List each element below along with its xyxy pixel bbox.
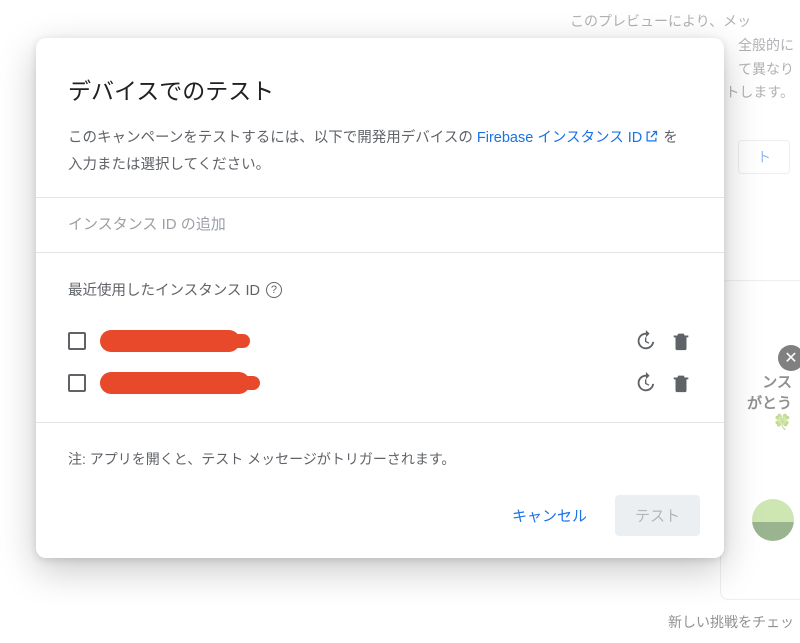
checkbox[interactable] bbox=[68, 374, 86, 392]
modal-description: このキャンペーンをテストするには、以下で開発用デバイスの Firebase イン… bbox=[68, 126, 692, 177]
cancel-button[interactable]: キャンセル bbox=[502, 497, 597, 534]
list-item bbox=[58, 362, 702, 404]
desc-text-before: このキャンペーンをテストするには、以下で開発用デバイスの bbox=[68, 130, 477, 146]
recent-label: 最近使用したインスタンス ID ? bbox=[68, 279, 692, 300]
external-link-icon bbox=[644, 128, 659, 153]
delete-icon[interactable] bbox=[670, 372, 692, 394]
redacted-id bbox=[100, 372, 250, 394]
modal-actions: キャンセル テスト bbox=[68, 495, 700, 536]
history-icon[interactable] bbox=[634, 372, 656, 394]
checkbox[interactable] bbox=[68, 332, 86, 350]
modal-footer: 注: アプリを開くと、テスト メッセージがトリガーされます。 キャンセル テスト bbox=[36, 423, 724, 558]
recent-section: 最近使用したインスタンス ID ? bbox=[36, 253, 724, 310]
firebase-instance-id-link[interactable]: Firebase インスタンス ID bbox=[477, 130, 659, 146]
list-item bbox=[58, 320, 702, 362]
instance-id-input-row bbox=[36, 197, 724, 253]
instance-id-list bbox=[36, 310, 724, 422]
history-icon[interactable] bbox=[634, 330, 656, 352]
test-device-modal: デバイスでのテスト このキャンペーンをテストするには、以下で開発用デバイスの F… bbox=[36, 38, 724, 558]
test-button[interactable]: テスト bbox=[615, 495, 700, 536]
modal-header: デバイスでのテスト このキャンペーンをテストするには、以下で開発用デバイスの F… bbox=[36, 38, 724, 197]
recent-label-text: 最近使用したインスタンス ID bbox=[68, 279, 260, 300]
modal-title: デバイスでのテスト bbox=[68, 72, 692, 106]
redacted-id bbox=[100, 330, 240, 352]
footer-note: 注: アプリを開くと、テスト メッセージがトリガーされます。 bbox=[68, 449, 700, 469]
instance-id-input[interactable] bbox=[68, 216, 692, 233]
delete-icon[interactable] bbox=[670, 330, 692, 352]
help-icon[interactable]: ? bbox=[266, 282, 282, 298]
